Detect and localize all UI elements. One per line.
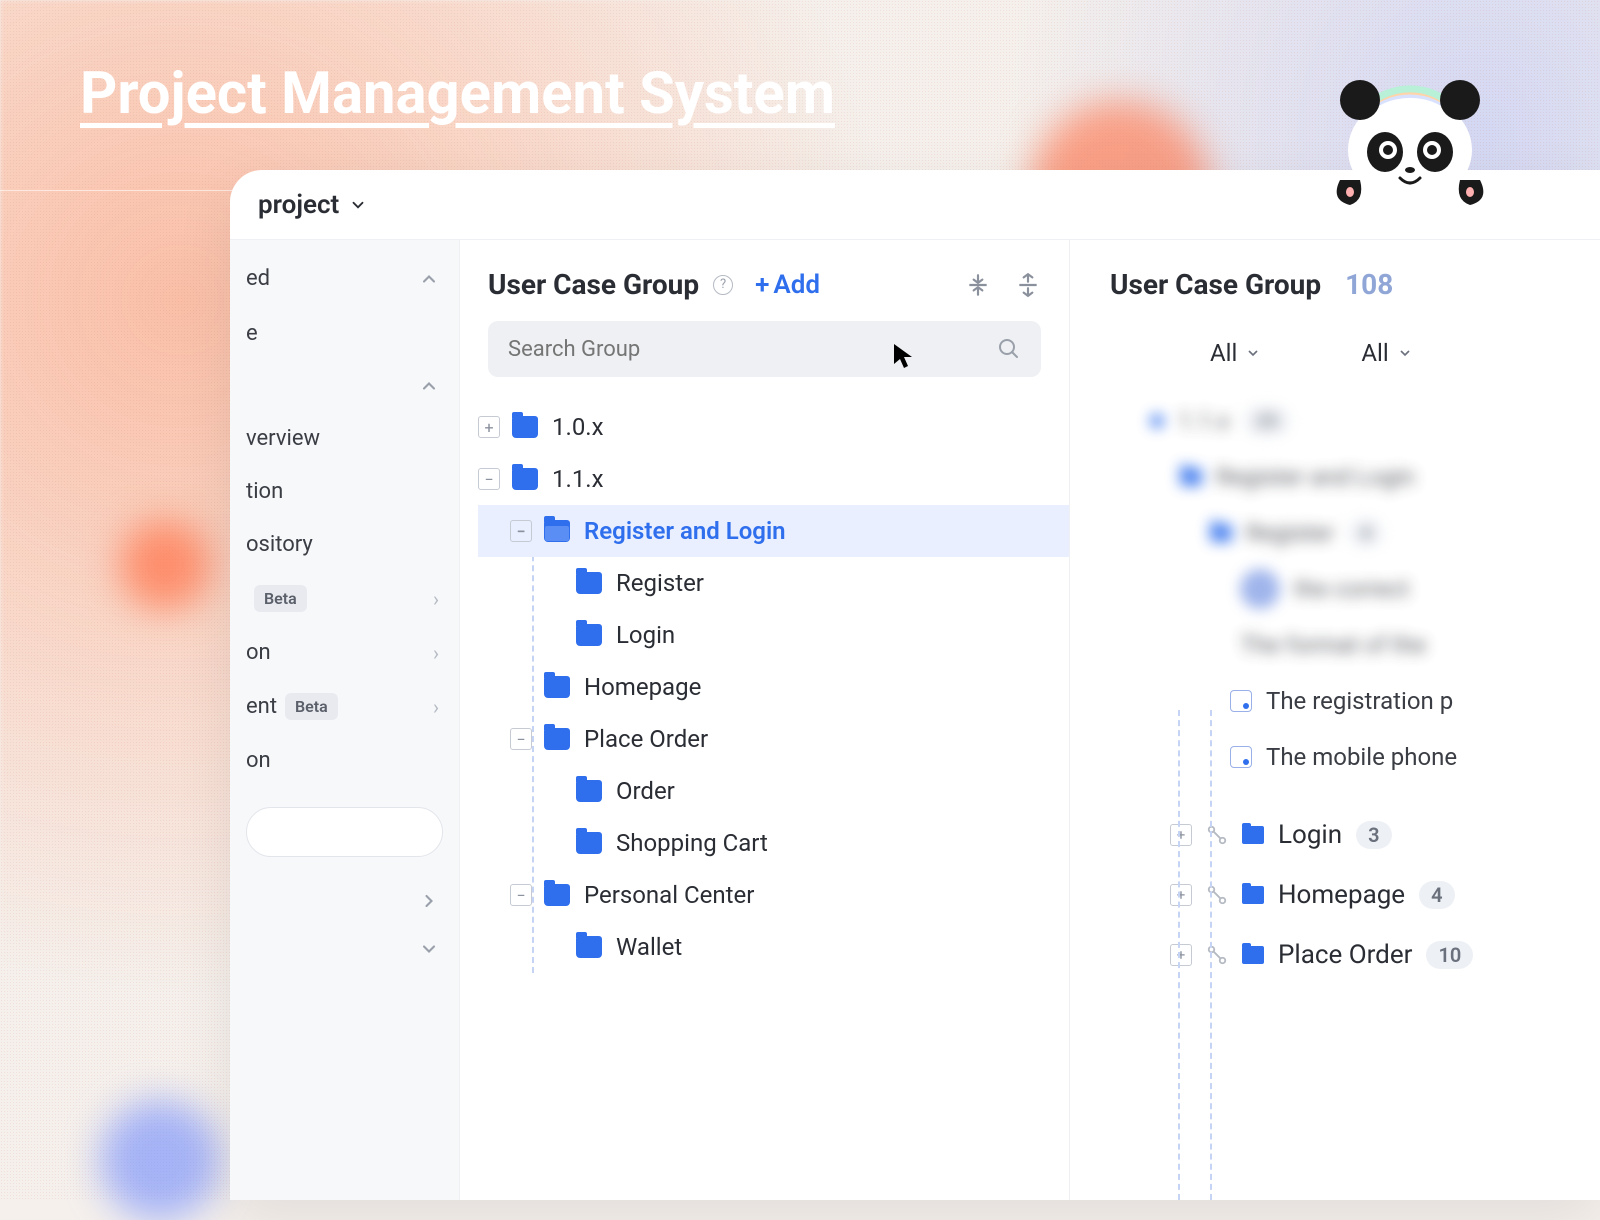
group-tree: + 1.0.x − 1.1.x − Register and Login (460, 397, 1069, 993)
folder-icon (544, 676, 570, 698)
collapse-toggle[interactable]: − (510, 884, 532, 906)
nav-item[interactable]: e (230, 307, 459, 360)
tree-node[interactable]: + 1.0.x (478, 401, 1069, 453)
chevron-down-icon (1397, 345, 1413, 361)
chevron-right-icon: › (433, 587, 439, 611)
search-group-field[interactable] (488, 321, 1041, 377)
filter-dropdown[interactable]: All (1210, 339, 1261, 367)
nav-item[interactable]: on › (230, 626, 459, 679)
nav-section-head[interactable] (230, 360, 459, 412)
tree-node[interactable]: Shopping Cart (478, 817, 1069, 869)
case-list-panel: User Case Group 108 All All 1.1.x25 Regi… (1070, 240, 1600, 1200)
case-row[interactable]: The registration p (1110, 673, 1600, 729)
tree-node[interactable]: Login (478, 609, 1069, 661)
search-icon (997, 337, 1021, 361)
folder-icon (1242, 826, 1264, 844)
nav-item[interactable] (230, 877, 459, 925)
tree-node[interactable]: Homepage (478, 661, 1069, 713)
expand-toggle[interactable]: + (478, 416, 500, 438)
folder-icon (576, 832, 602, 854)
tree-node-selected[interactable]: − Register and Login (478, 505, 1069, 557)
chevron-right-icon: › (433, 641, 439, 665)
left-nav: ed e verview tion ository Beta › on › en… (230, 240, 460, 1200)
collapse-toggle[interactable]: − (478, 468, 500, 490)
section-row[interactable]: + Login 3 (1110, 805, 1600, 865)
beta-badge: Beta (285, 693, 338, 720)
nav-item[interactable]: Beta › (230, 571, 459, 626)
chevron-up-icon (419, 376, 439, 396)
case-icon (1230, 746, 1252, 768)
project-selector[interactable]: project (258, 190, 367, 220)
nav-item[interactable]: entBeta › (230, 679, 459, 734)
chevron-down-icon (419, 939, 439, 959)
chevron-right-icon (419, 891, 439, 911)
chevron-up-icon (419, 269, 439, 289)
nav-section-head[interactable]: ed (230, 250, 459, 307)
tree-node[interactable]: − 1.1.x (478, 453, 1069, 505)
collapse-toggle[interactable]: − (510, 520, 532, 542)
search-input[interactable] (508, 337, 997, 362)
add-group-button[interactable]: + Add (755, 270, 820, 300)
nav-item[interactable] (230, 925, 459, 973)
section-row[interactable]: + Homepage 4 (1110, 865, 1600, 925)
folder-icon (576, 572, 602, 594)
nav-item[interactable]: on (230, 734, 459, 787)
case-row[interactable]: The mobile phone (1110, 729, 1600, 785)
chevron-right-icon: › (433, 695, 439, 719)
tree-node[interactable]: Order (478, 765, 1069, 817)
folder-icon (576, 936, 602, 958)
folder-icon (1242, 886, 1264, 904)
expand-toggle[interactable]: + (1170, 944, 1192, 966)
case-count: 108 (1345, 268, 1393, 301)
mascot-panda (1320, 60, 1500, 210)
nav-item-repository[interactable]: ository (230, 518, 459, 571)
group-tree-panel: User Case Group ? + Add + 1.0.x (460, 240, 1070, 1200)
folder-icon (544, 728, 570, 750)
folder-icon (544, 884, 570, 906)
collapse-all-icon[interactable] (965, 272, 991, 298)
folder-icon (512, 416, 538, 438)
folder-icon (512, 468, 538, 490)
tree-node[interactable]: Register (478, 557, 1069, 609)
folder-open-icon (544, 520, 570, 542)
count-badge: 10 (1426, 941, 1473, 969)
chevron-down-icon (349, 196, 367, 214)
folder-icon (576, 624, 602, 646)
tree-node[interactable]: − Place Order (478, 713, 1069, 765)
nav-item[interactable]: tion (230, 465, 459, 518)
tree-node[interactable]: Wallet (478, 921, 1069, 973)
filter-dropdown[interactable]: All (1361, 339, 1412, 367)
panel-title: User Case Group (1110, 268, 1321, 301)
expand-all-icon[interactable] (1015, 272, 1041, 298)
app-window: project ed e verview tion ository Beta › (230, 170, 1600, 1200)
plus-icon: + (755, 270, 769, 300)
count-badge: 3 (1356, 821, 1391, 849)
folder-icon (1242, 946, 1264, 964)
blurred-preview: 1.1.x25 Register and Login Register4 the… (1110, 393, 1600, 673)
beta-badge: Beta (254, 585, 307, 612)
case-icon (1230, 690, 1252, 712)
cursor-icon (892, 342, 914, 376)
help-icon[interactable]: ? (713, 275, 733, 295)
nav-item-overview[interactable]: verview (230, 412, 459, 465)
tree-node[interactable]: − Personal Center (478, 869, 1069, 921)
expand-toggle[interactable]: + (1170, 884, 1192, 906)
panel-title: User Case Group (488, 268, 699, 301)
collapse-toggle[interactable]: − (510, 728, 532, 750)
nav-search-pill[interactable] (246, 807, 443, 857)
chevron-down-icon (1245, 345, 1261, 361)
count-badge: 4 (1419, 881, 1454, 909)
page-title: Project Management System (80, 60, 835, 128)
project-label: project (258, 190, 339, 220)
folder-icon (576, 780, 602, 802)
section-row[interactable]: + Place Order 10 (1110, 925, 1600, 985)
expand-toggle[interactable]: + (1170, 824, 1192, 846)
